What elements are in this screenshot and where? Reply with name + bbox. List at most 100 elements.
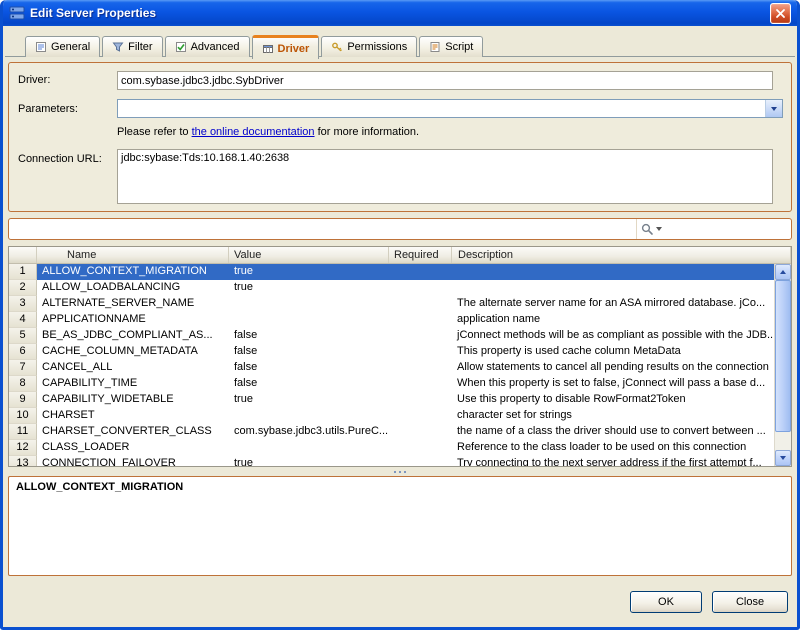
cell-name: CACHE_COLUMN_METADATA — [42, 345, 198, 357]
cell-name: CANCEL_ALL — [42, 361, 113, 373]
table-row[interactable]: 11 CHARSET_CONVERTER_CLASS com.sybase.jd… — [9, 424, 791, 440]
online-documentation-link[interactable]: the online documentation — [192, 126, 315, 138]
cell-required — [389, 392, 452, 408]
scroll-down-arrow-icon — [780, 456, 786, 460]
column-header-value[interactable]: Value — [229, 247, 389, 263]
tab-permissions[interactable]: Permissions — [321, 36, 418, 57]
tab-filter[interactable]: Filter — [102, 36, 163, 57]
cell-value: false — [234, 361, 258, 373]
property-detail-panel: ALLOW_CONTEXT_MIGRATION — [8, 476, 792, 576]
filter-tab-icon — [112, 42, 124, 52]
row-cells: CLASS_LOADER Reference to the class load… — [37, 440, 774, 456]
cell-value: false — [234, 345, 258, 357]
tab-driver[interactable]: Driver — [251, 35, 320, 59]
dialog-content: General Filter Advanced Driver Permissio… — [3, 26, 797, 627]
table-row[interactable]: 9 CAPABILITY_WIDETABLE true Use this pro… — [9, 392, 791, 408]
parameters-input[interactable] — [118, 100, 765, 117]
row-cells: CAPABILITY_WIDETABLE true Use this prope… — [37, 392, 774, 408]
table-row[interactable]: 8 CAPABILITY_TIME false When this proper… — [9, 376, 791, 392]
row-cells: ALTERNATE_SERVER_NAME The alternate serv… — [37, 296, 774, 312]
parameters-combobox — [117, 99, 783, 118]
scroll-up-button[interactable] — [775, 264, 791, 280]
cell-required — [389, 408, 452, 424]
row-number-cell: 11 — [9, 424, 37, 440]
cell-description: Allow statements to cancel all pending r… — [457, 361, 769, 373]
window-icon — [9, 5, 25, 21]
column-header-required[interactable]: Required — [389, 247, 452, 263]
table-row[interactable]: 1 ALLOW_CONTEXT_MIGRATION true — [9, 264, 791, 280]
row-number-cell: 1 — [9, 264, 37, 280]
connection-url-textarea[interactable]: jdbc:sybase:Tds:10.168.1.40:2638 — [117, 149, 773, 204]
row-number-cell: 8 — [9, 376, 37, 392]
cell-name: CLASS_LOADER — [42, 441, 130, 453]
documentation-note: Please refer to the online documentation… — [117, 126, 419, 138]
cell-required — [389, 328, 452, 344]
tab-script-label: Script — [445, 41, 474, 53]
cell-value: com.sybase.jdbc3.utils.PureC... — [234, 425, 389, 437]
window-title: Edit Server Properties — [30, 6, 157, 20]
row-number-cell: 2 — [9, 280, 37, 296]
parameters-dropdown-button[interactable] — [765, 100, 782, 117]
tab-script[interactable]: Script — [419, 36, 484, 57]
script-tab-icon — [430, 42, 440, 52]
cell-value: true — [234, 265, 253, 277]
cell-value — [229, 312, 389, 328]
properties-table: Name Value Required Description 1 ALLOW_… — [8, 246, 792, 467]
advanced-tab-icon — [175, 42, 186, 52]
table-row[interactable]: 5 BE_AS_JDBC_COMPLIANT_AS... false jConn… — [9, 328, 791, 344]
connection-url-label: Connection URL: — [18, 153, 102, 165]
table-row[interactable]: 6 CACHE_COLUMN_METADATA false This prope… — [9, 344, 791, 360]
row-cells: ALLOW_LOADBALANCING true — [37, 280, 774, 296]
cell-name: APPLICATIONNAME — [42, 313, 146, 325]
table-row[interactable]: 12 CLASS_LOADER Reference to the class l… — [9, 440, 791, 456]
table-scrollbar[interactable] — [774, 264, 791, 466]
table-header: Name Value Required Description — [9, 247, 791, 264]
ok-button[interactable]: OK — [630, 591, 702, 613]
cell-description: character set for strings — [457, 409, 572, 421]
cell-name: ALLOW_CONTEXT_MIGRATION — [42, 265, 207, 277]
cell-name: CAPABILITY_WIDETABLE — [42, 393, 174, 405]
close-button[interactable] — [770, 2, 791, 24]
close-dialog-button[interactable]: Close — [712, 591, 788, 613]
permissions-tab-icon — [332, 42, 343, 52]
row-number-cell: 4 — [9, 312, 37, 328]
table-row[interactable]: 13 CONNECTION_FAILOVER true Try connecti… — [9, 456, 791, 466]
table-row[interactable]: 10 CHARSET character set for strings — [9, 408, 791, 424]
table-row[interactable]: 3 ALTERNATE_SERVER_NAME The alternate se… — [9, 296, 791, 312]
dropdown-arrow-icon — [771, 106, 777, 111]
row-cells: APPLICATIONNAME application name — [37, 312, 774, 328]
cell-required — [389, 424, 452, 440]
table-row[interactable]: 7 CANCEL_ALL false Allow statements to c… — [9, 360, 791, 376]
cell-required — [389, 344, 452, 360]
column-header-name[interactable]: Name — [37, 247, 229, 263]
filter-bar — [8, 218, 792, 240]
tab-general[interactable]: General — [25, 36, 101, 57]
cell-required — [389, 360, 452, 376]
search-dropdown-icon — [656, 227, 662, 231]
scroll-thumb[interactable] — [775, 280, 791, 432]
cell-name: ALTERNATE_SERVER_NAME — [42, 297, 195, 309]
cell-name: BE_AS_JDBC_COMPLIANT_AS... — [42, 329, 213, 341]
cell-value: true — [234, 281, 253, 293]
tab-advanced[interactable]: Advanced — [164, 36, 250, 57]
driver-input[interactable] — [117, 71, 773, 90]
filter-search-input[interactable] — [664, 221, 791, 237]
row-cells: CACHE_COLUMN_METADATA false This propert… — [37, 344, 774, 360]
tab-advanced-label: Advanced — [190, 41, 240, 53]
cell-name: ALLOW_LOADBALANCING — [42, 281, 181, 293]
scroll-down-button[interactable] — [775, 450, 791, 466]
table-row[interactable]: 2 ALLOW_LOADBALANCING true — [9, 280, 791, 296]
row-number-cell: 6 — [9, 344, 37, 360]
cell-required — [389, 440, 452, 456]
cell-name: CONNECTION_FAILOVER — [42, 457, 176, 466]
search-menu-button[interactable] — [641, 223, 662, 236]
table-row[interactable]: 4 APPLICATIONNAME application name — [9, 312, 791, 328]
row-cells: CHARSET character set for strings — [37, 408, 774, 424]
cell-required — [389, 376, 452, 392]
row-number-cell: 3 — [9, 296, 37, 312]
column-header-description[interactable]: Description — [452, 247, 791, 263]
cell-value: false — [234, 329, 258, 341]
cell-description: Reference to the class loader to be used… — [457, 441, 747, 453]
cell-description: Try connecting to the next server addres… — [457, 457, 762, 466]
splitter-handle[interactable] — [8, 468, 792, 475]
